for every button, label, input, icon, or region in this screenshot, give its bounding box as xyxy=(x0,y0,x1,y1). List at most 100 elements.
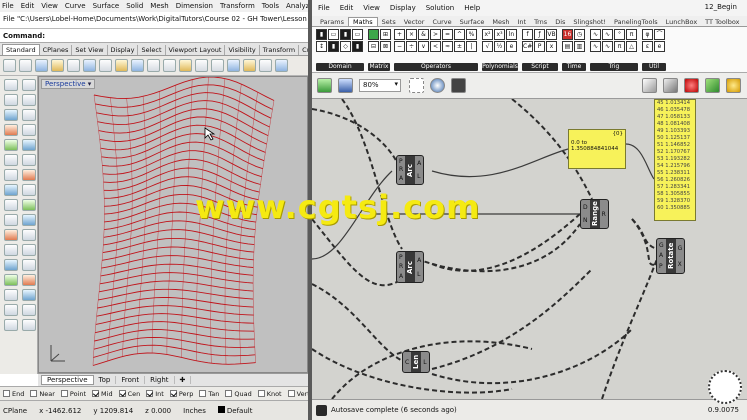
rotate-view-icon[interactable] xyxy=(147,59,160,72)
osnap-mid[interactable]: Mid xyxy=(92,390,113,398)
rhino-menu-tools[interactable]: Tools xyxy=(262,2,279,10)
osnap-cen-checkbox[interactable] xyxy=(118,390,126,397)
sphere-icon[interactable] xyxy=(4,169,18,181)
panel-values[interactable]: 45 1.013414 46 1.035478 47 1.058133 48 1… xyxy=(654,99,696,221)
layer-icon[interactable] xyxy=(4,319,18,331)
curve-icon[interactable] xyxy=(4,139,18,151)
text-icon[interactable] xyxy=(22,289,36,301)
tab-cplanes[interactable]: CPlanes xyxy=(40,45,73,55)
one-over-x-icon[interactable]: ½ xyxy=(494,41,505,52)
viewport-menu-arrow-icon[interactable]: ▾ xyxy=(88,80,92,88)
osnap-end[interactable]: End xyxy=(3,390,24,398)
tab-standard[interactable]: Standard xyxy=(2,44,40,55)
box-icon[interactable] xyxy=(22,154,36,166)
custom-preview-icon[interactable] xyxy=(726,78,741,93)
matrix-invert-icon[interactable]: ⊟ xyxy=(368,41,379,52)
explode-icon[interactable] xyxy=(4,229,18,241)
grid-icon[interactable] xyxy=(243,59,256,72)
rhino-menu-dimension[interactable]: Dimension xyxy=(176,2,213,10)
command-prompt[interactable]: Command: xyxy=(0,29,310,43)
script-misc-icon[interactable]: x xyxy=(546,41,557,52)
rhino-menu-edit[interactable]: Edit xyxy=(21,2,35,10)
gh-tab-params[interactable]: Params xyxy=(316,18,348,26)
sketch-pen-icon[interactable] xyxy=(451,78,466,93)
viewport-tab-top[interactable]: Top xyxy=(94,376,117,384)
tower-vertical-curve[interactable] xyxy=(92,94,105,366)
gh-tab-mesh[interactable]: Mesh xyxy=(488,18,513,26)
rhino-menu-solid[interactable]: Solid xyxy=(126,2,143,10)
log-icon[interactable]: ln xyxy=(506,29,517,40)
osnap-mid-checkbox[interactable] xyxy=(92,390,100,397)
copy-icon[interactable] xyxy=(83,59,96,72)
tower-contour-curve[interactable] xyxy=(99,272,254,285)
status-layer[interactable]: Default xyxy=(217,406,265,415)
osnap-knot-checkbox[interactable] xyxy=(257,390,265,397)
tower-contour-curve[interactable] xyxy=(99,280,254,293)
cut-icon[interactable] xyxy=(67,59,80,72)
expression-icon[interactable]: f xyxy=(522,29,533,40)
gh-tab-maths[interactable]: Maths xyxy=(348,17,378,26)
date-range-icon[interactable]: ▤ xyxy=(562,41,573,52)
osnap-tan-checkbox[interactable] xyxy=(199,390,207,397)
component-range[interactable]: DN Range R xyxy=(580,199,609,229)
multiplication-icon[interactable]: × xyxy=(406,29,417,40)
extrude-icon[interactable] xyxy=(22,184,36,196)
viewport-tab-right[interactable]: Right xyxy=(145,376,175,384)
square-icon[interactable]: x² xyxy=(482,29,493,40)
component-length[interactable]: C Len L xyxy=(402,351,430,373)
polyline-icon[interactable] xyxy=(22,94,36,106)
gh-tab-lunchbox[interactable]: LunchBox xyxy=(662,18,702,26)
pan-hand-icon[interactable] xyxy=(131,59,144,72)
osnap-perp[interactable]: Perp xyxy=(169,390,193,398)
move-icon[interactable] xyxy=(4,244,18,256)
includes-icon[interactable]: ◇ xyxy=(340,41,351,52)
gate-and-icon[interactable]: & xyxy=(418,29,429,40)
save-file-icon[interactable] xyxy=(338,78,353,93)
triangle-icon[interactable]: △ xyxy=(626,41,637,52)
gh-menu-display[interactable]: Display xyxy=(390,4,416,12)
tab-select[interactable]: Select xyxy=(138,45,166,55)
osnap-quad-checkbox[interactable] xyxy=(225,390,233,397)
gh-menu-solution[interactable]: Solution xyxy=(426,4,455,12)
exp-icon[interactable]: e xyxy=(506,41,517,52)
render-icon[interactable] xyxy=(22,304,36,316)
mesh-icon[interactable] xyxy=(4,184,18,196)
open-file-icon[interactable] xyxy=(317,78,332,93)
arc-icon[interactable] xyxy=(22,109,36,121)
boolean-icon[interactable] xyxy=(22,229,36,241)
absolute-icon[interactable]: | xyxy=(466,41,477,52)
print-icon[interactable] xyxy=(51,59,64,72)
osnap-vertex[interactable]: Vertex xyxy=(287,390,310,398)
gh-tab-surface[interactable]: Surface xyxy=(456,18,489,26)
gh-tab-sets[interactable]: Sets xyxy=(378,18,400,26)
tab-display[interactable]: Display xyxy=(108,45,139,55)
arcsine-icon[interactable]: ∿ xyxy=(602,41,613,52)
calendar-icon[interactable]: 16 xyxy=(562,29,573,40)
rhino-menu-surface[interactable]: Surface xyxy=(93,2,120,10)
gh-tab-tt-toolbox[interactable]: TT Toolbox xyxy=(701,18,743,26)
csharp-script-icon[interactable]: C# xyxy=(522,41,533,52)
analyze-icon[interactable] xyxy=(4,304,18,316)
component-rotate[interactable]: GAP Rotate GX xyxy=(656,238,686,274)
zoom-extents-icon[interactable] xyxy=(195,59,208,72)
wireframe-preview-icon[interactable] xyxy=(642,78,657,93)
gh-tab-curve[interactable]: Curve xyxy=(428,18,455,26)
tower-contour-curve[interactable] xyxy=(103,229,255,246)
circle-icon[interactable] xyxy=(4,109,18,121)
properties-icon[interactable] xyxy=(22,319,36,331)
osnap-int[interactable]: Int xyxy=(146,390,164,398)
tower-contour-curve[interactable] xyxy=(92,352,256,366)
gate-or-icon[interactable]: ∨ xyxy=(418,41,429,52)
rhino-menu-mesh[interactable]: Mesh xyxy=(150,2,168,10)
addition-icon[interactable]: + xyxy=(394,29,405,40)
gh-tab-slingshot[interactable]: Slingshot! xyxy=(569,18,610,26)
division-icon[interactable]: ÷ xyxy=(406,41,417,52)
split-icon[interactable] xyxy=(4,214,18,226)
copy-object-icon[interactable] xyxy=(22,244,36,256)
interpolate-date-icon[interactable]: ▥ xyxy=(574,41,585,52)
viewport-tab-perspective[interactable]: Perspective xyxy=(41,375,94,385)
save-icon[interactable] xyxy=(35,59,48,72)
osnap-vertex-checkbox[interactable] xyxy=(287,390,295,397)
viewport-tab-front[interactable]: Front xyxy=(116,376,146,384)
gh-menu-help[interactable]: Help xyxy=(464,4,480,12)
